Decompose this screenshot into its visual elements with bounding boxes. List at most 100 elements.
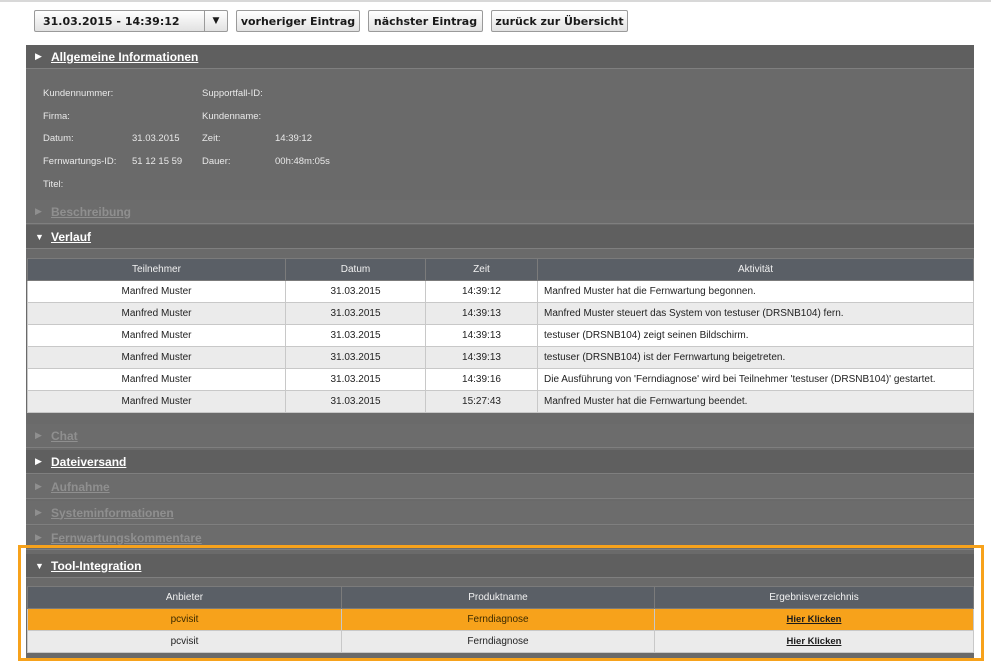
section-chat[interactable]: ▶ Chat	[26, 424, 974, 448]
tool-integration-table: Anbieter Produktname Ergebnisverzeichnis…	[27, 586, 974, 653]
column-header[interactable]: Anbieter	[27, 586, 342, 609]
table-header-row: Teilnehmer Datum Zeit Aktivität	[27, 258, 974, 281]
cell-zeit: 14:39:13	[425, 302, 538, 325]
cell-ergebnisverzeichnis: Hier Klicken	[654, 630, 974, 653]
kundenname-label: Kundenname:	[202, 111, 262, 122]
zeit-label: Zeit:	[202, 133, 221, 144]
cell-aktivitaet: testuser (DRSNB104) ist der Fernwartung …	[537, 346, 974, 369]
section-verlauf[interactable]: ▼ Verlauf	[26, 225, 974, 249]
column-header[interactable]: Teilnehmer	[27, 258, 286, 281]
cell-teilnehmer: Manfred Muster	[27, 346, 286, 369]
cell-aktivitaet: Manfred Muster hat die Fernwartung begon…	[537, 280, 974, 303]
section-dateiversand[interactable]: ▶ Dateiversand	[26, 450, 974, 474]
cell-teilnehmer: Manfred Muster	[27, 280, 286, 303]
entry-select[interactable]: 31.03.2015 - 14:39:12 ▼	[34, 10, 228, 32]
cell-zeit: 15:27:43	[425, 390, 538, 413]
section-title[interactable]: Dateiversand	[51, 455, 126, 469]
cell-anbieter: pcvisit	[27, 608, 342, 631]
datum-value: 31.03.2015	[132, 133, 180, 144]
triangle-right-icon: ▶	[35, 507, 42, 517]
triangle-down-icon: ▼	[35, 231, 44, 242]
triangle-right-icon: ▶	[35, 456, 42, 466]
dauer-value: 00h:48m:05s	[275, 156, 330, 167]
cell-teilnehmer: Manfred Muster	[27, 368, 286, 391]
cell-aktivitaet: testuser (DRSNB104) zeigt seinen Bildsch…	[537, 324, 974, 347]
cell-zeit: 14:39:13	[425, 346, 538, 369]
supportfall-label: Supportfall-ID:	[202, 88, 263, 99]
titel-label: Titel:	[43, 179, 64, 190]
cell-anbieter: pcvisit	[27, 630, 342, 653]
section-title[interactable]: Beschreibung	[51, 205, 131, 219]
cell-datum: 31.03.2015	[285, 302, 426, 325]
cell-datum: 31.03.2015	[285, 324, 426, 347]
caret-down-icon[interactable]: ▼	[204, 11, 227, 31]
cell-ergebnisverzeichnis: Hier Klicken	[654, 608, 974, 631]
section-beschreibung[interactable]: ▶ Beschreibung	[26, 200, 974, 224]
entry-select-value: 31.03.2015 - 14:39:12	[43, 14, 180, 28]
cell-datum: 31.03.2015	[285, 368, 426, 391]
cell-aktivitaet: Die Ausführung von 'Ferndiagnose' wird b…	[537, 368, 974, 391]
back-to-overview-button[interactable]: zurück zur Übersicht	[491, 10, 628, 32]
triangle-down-icon: ▼	[35, 560, 44, 571]
table-row: Manfred Muster 31.03.2015 15:27:43 Manfr…	[27, 390, 974, 413]
cell-teilnehmer: Manfred Muster	[27, 324, 286, 347]
general-info: Kundennummer: Supportfall-ID: Firma: Kun…	[26, 69, 974, 197]
cell-aktivitaet: Manfred Muster steuert das System von te…	[537, 302, 974, 325]
table-row: Manfred Muster 31.03.2015 14:39:13 testu…	[27, 324, 974, 347]
result-link[interactable]: Hier Klicken	[787, 614, 842, 625]
section-systeminformationen[interactable]: ▶ Systeminformationen	[26, 501, 974, 525]
table-row: Manfred Muster 31.03.2015 14:39:12 Manfr…	[27, 280, 974, 303]
table-row: Manfred Muster 31.03.2015 14:39:13 Manfr…	[27, 302, 974, 325]
section-title[interactable]: Verlauf	[51, 230, 91, 244]
cell-zeit: 14:39:12	[425, 280, 538, 303]
triangle-right-icon: ▶	[35, 481, 42, 491]
cell-datum: 31.03.2015	[285, 390, 426, 413]
cell-produktname: Ferndiagnose	[341, 630, 655, 653]
kundennummer-label: Kundennummer:	[43, 88, 114, 99]
section-title[interactable]: Aufnahme	[51, 480, 110, 494]
column-header[interactable]: Zeit	[425, 258, 538, 281]
cell-datum: 31.03.2015	[285, 346, 426, 369]
triangle-right-icon: ▶	[35, 532, 42, 542]
cell-aktivitaet: Manfred Muster hat die Fernwartung beend…	[537, 390, 974, 413]
section-title[interactable]: Allgemeine Informationen	[51, 50, 198, 64]
table-row: Manfred Muster 31.03.2015 14:39:16 Die A…	[27, 368, 974, 391]
triangle-right-icon: ▶	[35, 206, 42, 216]
section-allgemeine-informationen[interactable]: ▶ Allgemeine Informationen	[26, 45, 974, 69]
cell-produktname: Ferndiagnose	[341, 608, 655, 631]
datum-label: Datum:	[43, 133, 74, 144]
fernwartung-value: 51 12 15 59	[132, 156, 183, 167]
column-header[interactable]: Datum	[285, 258, 426, 281]
dauer-label: Dauer:	[202, 156, 231, 167]
cell-zeit: 14:39:13	[425, 324, 538, 347]
column-header[interactable]: Produktname	[341, 586, 655, 609]
result-link[interactable]: Hier Klicken	[787, 636, 842, 647]
top-divider	[0, 0, 991, 2]
cell-teilnehmer: Manfred Muster	[27, 302, 286, 325]
zeit-value: 14:39:12	[275, 133, 312, 144]
fernwartung-label: Fernwartungs-ID:	[43, 156, 117, 167]
section-title[interactable]: Fernwartungskommentare	[51, 531, 202, 545]
section-fernwartungskommentare[interactable]: ▶ Fernwartungskommentare	[26, 526, 974, 550]
column-header[interactable]: Ergebnisverzeichnis	[654, 586, 974, 609]
table-header-row: Anbieter Produktname Ergebnisverzeichnis	[27, 586, 974, 609]
cell-teilnehmer: Manfred Muster	[27, 390, 286, 413]
section-aufnahme[interactable]: ▶ Aufnahme	[26, 475, 974, 499]
section-title[interactable]: Systeminformationen	[51, 506, 174, 520]
column-header[interactable]: Aktivität	[537, 258, 974, 281]
cell-zeit: 14:39:16	[425, 368, 538, 391]
table-row[interactable]: pcvisit Ferndiagnose Hier Klicken	[27, 630, 974, 653]
cell-datum: 31.03.2015	[285, 280, 426, 303]
table-row: Manfred Muster 31.03.2015 14:39:13 testu…	[27, 346, 974, 369]
firma-label: Firma:	[43, 111, 70, 122]
table-row[interactable]: pcvisit Ferndiagnose Hier Klicken	[27, 608, 974, 631]
triangle-right-icon: ▶	[35, 51, 42, 61]
verlauf-table: Teilnehmer Datum Zeit Aktivität Manfred …	[27, 258, 974, 413]
section-title[interactable]: Tool-Integration	[51, 559, 141, 573]
section-title[interactable]: Chat	[51, 429, 78, 443]
detail-panel: ▶ Allgemeine Informationen Kundennummer:…	[26, 45, 974, 661]
next-entry-button[interactable]: nächster Eintrag	[368, 10, 483, 32]
section-tool-integration[interactable]: ▼ Tool-Integration	[26, 554, 974, 578]
previous-entry-button[interactable]: vorheriger Eintrag	[236, 10, 360, 32]
triangle-right-icon: ▶	[35, 430, 42, 440]
